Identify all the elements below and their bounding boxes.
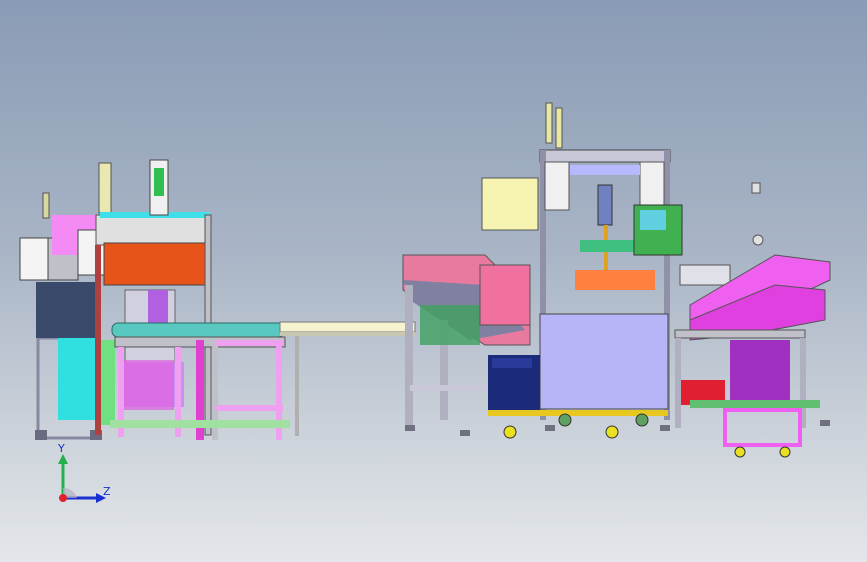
assembly-line-model[interactable] <box>0 0 867 562</box>
cad-viewport[interactable]: Y Z <box>0 0 867 562</box>
signal-tower-icon <box>42 192 50 219</box>
signal-tower-icon <box>555 107 563 149</box>
navy-handle <box>492 358 532 368</box>
hmi-screen <box>640 210 666 230</box>
turntable <box>111 322 285 338</box>
x-axis-origin <box>59 494 67 502</box>
pink-panel <box>479 264 531 326</box>
hook <box>751 182 761 194</box>
dark-cabinet <box>36 282 98 338</box>
signal-tower-icon <box>545 102 553 144</box>
press-indicator <box>154 168 164 196</box>
cart-rail <box>215 405 283 411</box>
conveyor-belt <box>279 321 416 333</box>
cross-beam <box>679 264 731 286</box>
cyan-panel <box>58 338 98 420</box>
yellow-box <box>481 177 539 231</box>
y-axis-label: Y <box>58 442 65 455</box>
orange-guard <box>103 242 209 286</box>
gauge-icon <box>752 234 764 246</box>
green-block <box>580 240 640 252</box>
actuator <box>597 184 613 226</box>
green-tray <box>420 305 480 345</box>
white-hopper <box>19 237 49 281</box>
right-station <box>674 182 831 458</box>
main-cabinet <box>539 313 669 410</box>
caster-wheel <box>779 446 791 458</box>
base-rail <box>110 420 290 428</box>
purple-cabinet <box>730 340 790 410</box>
y-axis-arrow-head <box>58 454 68 464</box>
white-panel <box>544 161 570 211</box>
caster-wheel <box>734 446 746 458</box>
caster-wheel <box>558 413 572 427</box>
chute-brace <box>410 385 490 391</box>
conveyor-rail <box>280 332 415 336</box>
frame-post <box>675 338 681 428</box>
left-station <box>19 159 212 440</box>
caster-wheel <box>635 413 649 427</box>
conveyor-leg <box>295 336 299 436</box>
chute-leg <box>405 285 413 425</box>
table-top <box>674 329 806 339</box>
green-rail <box>690 400 820 408</box>
caster-wheel <box>503 425 517 439</box>
cart-top <box>215 340 283 346</box>
triad-icon <box>58 454 106 503</box>
upper-frame <box>95 214 209 246</box>
white-panel <box>639 161 665 208</box>
magenta-frame <box>124 360 174 410</box>
top-beam <box>539 149 671 163</box>
frame-post <box>95 245 101 435</box>
orange-block <box>575 270 655 290</box>
conveyor <box>279 321 416 436</box>
signal-tower-icon <box>98 162 112 214</box>
caster-wheel <box>605 425 619 439</box>
coordinate-triad: Y Z <box>40 440 120 520</box>
left-foot <box>35 430 47 440</box>
z-axis-label: Z <box>103 485 111 498</box>
magenta-cart <box>723 408 802 447</box>
turntable-unit <box>110 322 290 440</box>
blue-strip <box>570 165 640 175</box>
